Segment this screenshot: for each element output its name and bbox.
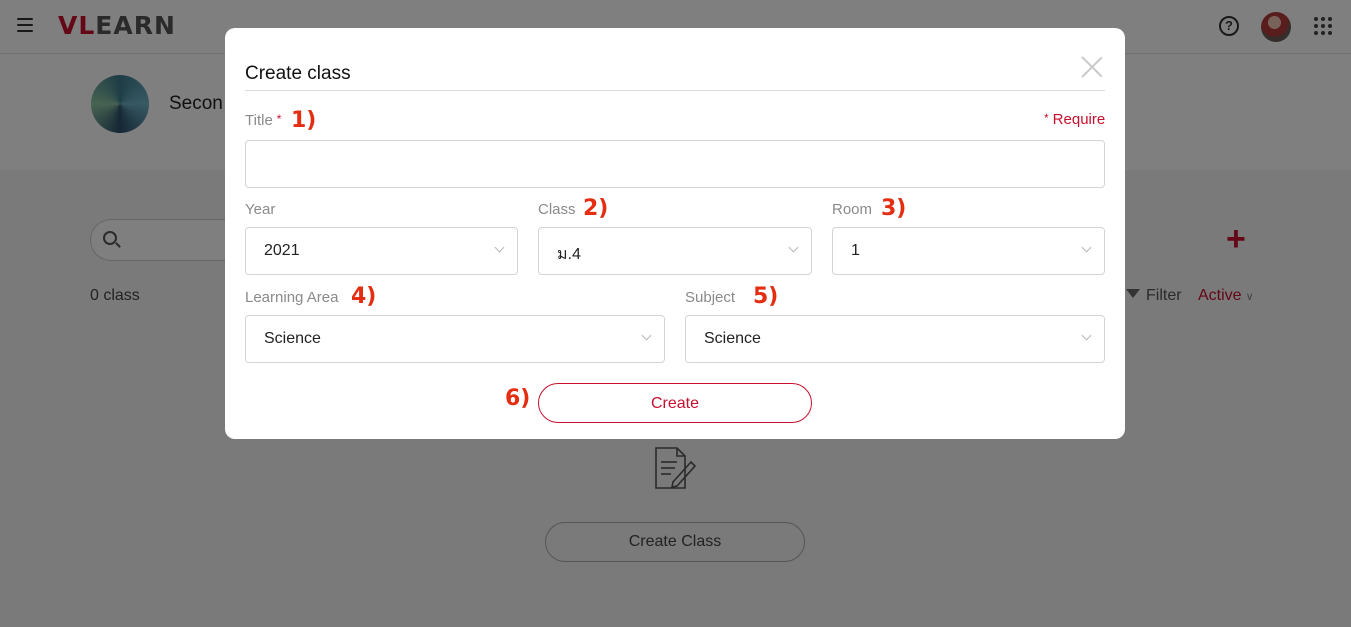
require-note-text: Require	[1052, 111, 1106, 128]
year-value: 2021	[264, 242, 300, 259]
title-label: Title *	[245, 112, 281, 129]
require-note-mark: *	[1044, 111, 1049, 125]
class-label: Class	[538, 201, 576, 218]
room-select[interactable]: 1	[832, 227, 1105, 275]
annotation-2: 2)	[583, 196, 609, 221]
dialog-title: Create class	[245, 63, 351, 84]
require-note: * Require	[1044, 111, 1105, 128]
subject-label: Subject	[685, 289, 736, 306]
required-mark: *	[276, 112, 282, 126]
annotation-1: 1)	[291, 108, 317, 133]
create-class-dialog: Create class Title * 1) * Require Year 202…	[225, 28, 1125, 439]
chevron-down-icon	[788, 242, 799, 253]
annotation-5: 5)	[753, 284, 779, 309]
class-select[interactable]: ม.4	[538, 227, 812, 275]
subject-select[interactable]: Science	[685, 315, 1105, 363]
annotation-3: 3)	[881, 196, 907, 221]
divider	[245, 90, 1105, 91]
learning-area-select[interactable]: Science	[245, 315, 665, 363]
close-icon[interactable]	[1081, 56, 1103, 78]
annotation-6: 6)	[505, 386, 531, 411]
room-value: 1	[851, 242, 860, 259]
year-label: Year	[245, 201, 276, 218]
chevron-down-icon	[641, 330, 652, 341]
chevron-down-icon	[1081, 242, 1092, 253]
subject-value: Science	[704, 330, 761, 347]
title-input[interactable]	[245, 140, 1105, 188]
year-select[interactable]: 2021	[245, 227, 518, 275]
annotation-4: 4)	[351, 284, 377, 309]
class-value: ม.4	[557, 246, 581, 263]
title-label-text: Title	[245, 112, 273, 129]
create-button[interactable]: Create	[538, 383, 812, 423]
chevron-down-icon	[1081, 330, 1092, 341]
learning-area-value: Science	[264, 330, 321, 347]
learning-area-label: Learning Area	[245, 289, 339, 306]
room-label: Room	[832, 201, 873, 218]
chevron-down-icon	[494, 242, 505, 253]
